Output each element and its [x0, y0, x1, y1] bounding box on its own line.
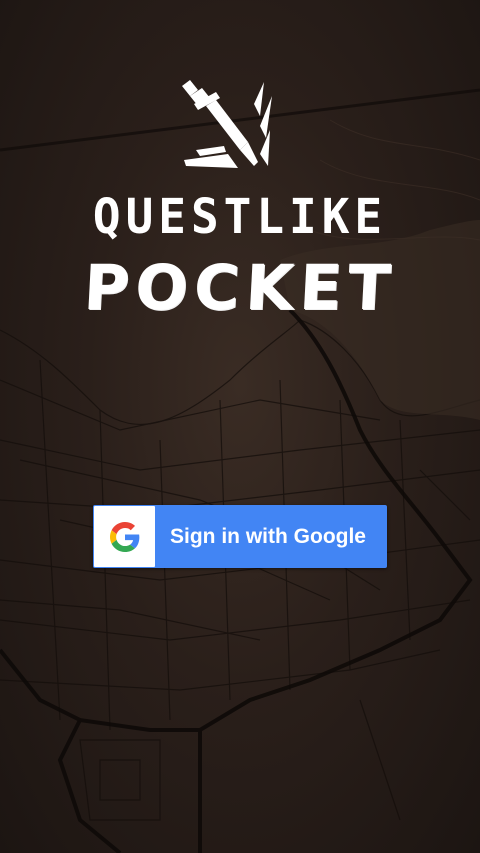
app-title-pocket: POCKET — [81, 251, 399, 324]
app-title-questlike: QUESTLIKE — [92, 187, 388, 245]
sword-icon — [182, 80, 272, 168]
google-icon-container — [94, 506, 155, 567]
google-signin-label: Sign in with Google — [170, 524, 366, 548]
google-icon — [109, 521, 139, 552]
google-signin-button[interactable]: Sign in with Google — [93, 505, 387, 568]
login-screen: QUESTLIKE POCKET Sign in with Google — [0, 0, 480, 853]
